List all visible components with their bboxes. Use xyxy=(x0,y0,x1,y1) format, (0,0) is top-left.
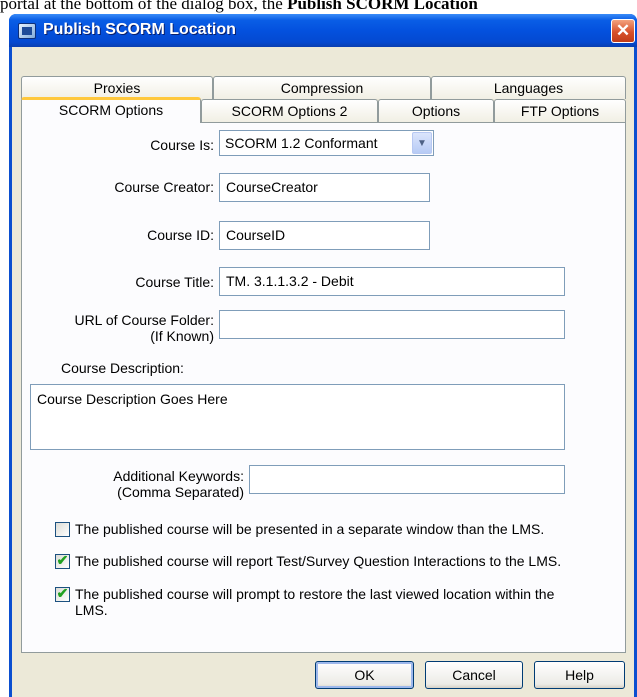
tab-label: Languages xyxy=(493,80,564,96)
background-text-plain: portal at the bottom of the dialog box, … xyxy=(0,0,288,13)
tab-options[interactable]: Options xyxy=(378,99,494,122)
tab-scorm-options[interactable]: SCORM Options xyxy=(21,97,201,123)
background-text-bold: Publish SCORM Location xyxy=(287,0,478,13)
tab-label: Compression xyxy=(280,80,364,96)
separate-window-label: The published course will be presented i… xyxy=(75,521,545,537)
ok-button[interactable]: OK xyxy=(315,661,414,689)
course-creator-field[interactable]: CourseCreator xyxy=(219,173,430,202)
keywords-label: Additional Keywords: xyxy=(113,468,244,484)
course-url-sublabel: (If Known) xyxy=(150,328,214,344)
help-button[interactable]: Help xyxy=(534,661,625,689)
app-icon xyxy=(18,23,36,39)
checkmark-icon: ✔ xyxy=(56,552,69,568)
tab-languages[interactable]: Languages xyxy=(431,76,626,99)
tab-label: Proxies xyxy=(93,80,141,96)
dialog-title: Publish SCORM Location xyxy=(43,21,236,38)
course-title-label: Course Title: xyxy=(135,274,214,290)
course-is-label: Course Is: xyxy=(150,137,214,153)
restore-location-label: The published course will prompt to rest… xyxy=(75,586,555,602)
report-interactions-label: The published course will report Test/Su… xyxy=(75,553,562,569)
tab-compression[interactable]: Compression xyxy=(213,76,431,99)
cancel-button[interactable]: Cancel xyxy=(425,661,523,689)
keywords-sublabel: (Comma Separated) xyxy=(117,484,244,500)
tab-ftp-options[interactable]: FTP Options xyxy=(494,99,626,122)
tab-label: SCORM Options xyxy=(58,102,164,118)
course-creator-label: Course Creator: xyxy=(114,179,214,195)
course-url-label: URL of Course Folder: xyxy=(74,312,214,328)
restore-location-option[interactable]: ✔ The published course will prompt to re… xyxy=(55,585,615,622)
restore-location-label-cont: LMS. xyxy=(75,602,108,618)
course-url-field[interactable] xyxy=(219,310,565,339)
course-title-field[interactable]: TM. 3.1.1.3.2 - Debit xyxy=(219,267,565,296)
course-id-label: Course ID: xyxy=(147,227,214,243)
keywords-field[interactable] xyxy=(249,465,565,494)
chevron-down-icon[interactable]: ▼ xyxy=(412,132,432,154)
report-interactions-option[interactable]: ✔ The published course will report Test/… xyxy=(55,552,620,573)
tab-scorm-options-2[interactable]: SCORM Options 2 xyxy=(201,99,378,122)
tab-label: SCORM Options 2 xyxy=(231,103,348,119)
course-description-field[interactable]: Course Description Goes Here xyxy=(30,384,565,450)
close-icon: ✕ xyxy=(615,21,631,40)
tab-label: FTP Options xyxy=(520,103,600,119)
course-is-value: SCORM 1.2 Conformant xyxy=(225,135,378,151)
report-interactions-checkbox[interactable]: ✔ xyxy=(55,552,70,569)
dialog-body: Proxies Compression Languages SCORM Opti… xyxy=(12,47,634,697)
tab-proxies[interactable]: Proxies xyxy=(21,76,213,99)
separate-window-option[interactable]: The published course will be presented i… xyxy=(55,521,615,541)
publish-scorm-dialog: Publish SCORM Location ✕ Proxies Compres… xyxy=(9,14,637,697)
restore-location-checkbox[interactable]: ✔ xyxy=(55,585,70,602)
separate-window-checkbox[interactable] xyxy=(55,522,70,537)
tab-label: Options xyxy=(411,103,461,119)
title-bar[interactable]: Publish SCORM Location ✕ xyxy=(9,14,637,47)
course-is-select[interactable]: SCORM 1.2 Conformant ▼ xyxy=(219,130,434,156)
course-id-field[interactable]: CourseID xyxy=(219,221,430,250)
background-document-text: portal at the bottom of the dialog box, … xyxy=(0,0,637,14)
scorm-options-panel: Course Is: SCORM 1.2 Conformant ▼ Course… xyxy=(21,122,626,653)
course-description-label: Course Description: xyxy=(61,360,184,376)
close-button[interactable]: ✕ xyxy=(611,19,635,43)
checkmark-icon: ✔ xyxy=(56,585,69,601)
